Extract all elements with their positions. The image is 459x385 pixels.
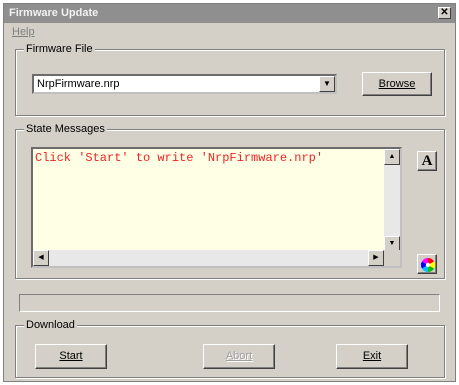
window-title: Firmware Update [9,7,99,19]
title-bar: Firmware Update ✕ [4,4,455,23]
close-button[interactable]: ✕ [438,7,451,19]
abort-button[interactable]: Abort [203,344,275,369]
abort-button-label: Abort [225,350,253,362]
message-area[interactable]: Click 'Start' to write 'NrpFirmware.nrp'… [31,147,402,268]
state-messages-group-label: State Messages [24,123,107,135]
scrollbar-corner [384,250,400,266]
firmware-update-window: Firmware Update ✕ Help Firmware File Nrp… [3,3,456,382]
firmware-file-value: NrpFirmware.nrp [37,78,120,90]
state-messages-group: State Messages Click 'Start' to write 'N… [15,123,445,279]
color-wheel-icon [421,258,435,272]
close-icon: ✕ [440,7,449,18]
scroll-right-icon[interactable]: ▶ [368,250,384,266]
firmware-file-group-label: Firmware File [24,43,95,55]
browse-button[interactable]: Browse [362,72,432,96]
chevron-down-icon[interactable]: ▼ [319,76,335,92]
color-button[interactable] [417,254,437,274]
scroll-left-icon[interactable]: ◀ [33,250,49,266]
font-button[interactable]: A [417,151,437,171]
firmware-file-group: Firmware File NrpFirmware.nrp ▼ Browse [15,43,445,116]
exit-button[interactable]: Exit [336,344,408,369]
font-icon: A [421,153,433,169]
download-group-label: Download [24,319,77,331]
start-button-label: Start [59,350,83,362]
scroll-up-icon[interactable]: ▲ [384,149,400,165]
start-button[interactable]: Start [35,344,107,369]
exit-button-label: Exit [362,350,382,362]
menu-help[interactable]: Help [12,26,35,38]
progress-bar [19,294,440,312]
horizontal-scrollbar[interactable]: ◀ ▶ [33,250,384,266]
menu-bar: Help [4,23,455,41]
state-message-text: Click 'Start' to write 'NrpFirmware.nrp' [35,151,324,165]
firmware-file-dropdown[interactable]: NrpFirmware.nrp ▼ [32,74,337,94]
browse-button-label: Browse [378,78,416,90]
vertical-scrollbar[interactable]: ▲ ▼ [384,149,400,252]
download-group: Download Start Abort Exit [15,319,445,378]
